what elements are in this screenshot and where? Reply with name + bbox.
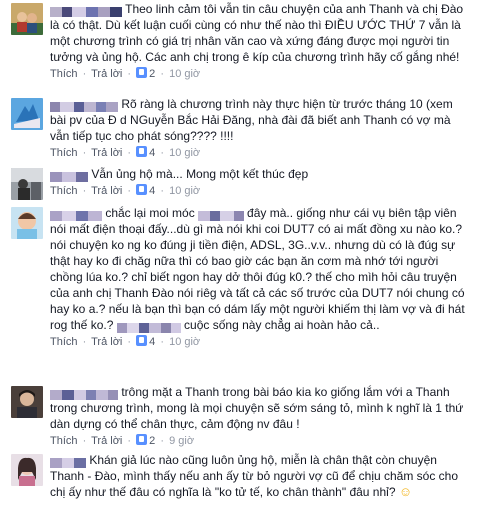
avatar[interactable] [11,386,43,418]
separator: · [127,185,132,197]
comment-content: Rõ ràng là chương trình này thực hiện từ… [50,96,471,161]
comment-actions: Thích · Trả lời · 4 · 10 giờ [50,145,471,161]
timestamp[interactable]: 10 giờ [169,147,200,159]
avatar[interactable] [11,168,43,200]
timestamp[interactable]: 10 giờ [169,68,200,80]
avatar[interactable] [11,207,43,239]
like-icon [136,184,148,195]
comment-content: Khán giả lúc nào cũng luôn ủng hộ, miễn … [50,452,471,500]
comment-actions: Thích · Trả lời · 2 · 10 giờ [50,66,471,82]
comment-actions: Thích · Trả lời · 2 · 9 giờ [50,433,471,449]
separator: · [127,336,132,348]
separator: · [82,336,87,348]
comment-body: Khán giả lúc nào cũng luôn ủng hộ, miễn … [50,453,459,499]
separator: · [82,435,87,447]
separator: · [127,147,132,159]
avatar[interactable] [11,3,43,35]
comment-content: trông mặt a Thanh trong bài báo kia ko g… [50,384,471,449]
avatar[interactable] [11,454,43,486]
mentioned-name-redacted[interactable] [116,321,181,333]
reply-button[interactable]: Trả lời [91,185,122,197]
like-button[interactable]: Thích [50,336,78,348]
like-count[interactable]: 4 [149,147,155,159]
like-button[interactable]: Thích [50,185,78,197]
comment-content: chắc lại moi móc đây mà.. giống như cái … [50,205,471,350]
separator: · [82,185,87,197]
separator: · [127,435,132,447]
comment-text: Khán giả lúc nào cũng luôn ủng hộ, miễn … [50,452,471,500]
reply-button[interactable]: Trả lời [91,336,122,348]
comment-text: Theo linh cảm tôi vẫn tin câu chuyện của… [50,1,471,65]
comment-content: Theo linh cảm tôi vẫn tin câu chuyện của… [50,1,471,82]
like-icon [136,67,148,78]
separator: · [160,68,165,80]
separator: · [160,336,165,348]
reply-button[interactable]: Trả lời [91,147,122,159]
comment-content: Vẫn ủng hộ mà... Mong một kết thúc đẹp T… [50,166,471,199]
comment-text: chắc lại moi móc đây mà.. giống như cái … [50,205,471,333]
like-button[interactable]: Thích [50,435,78,447]
comment-text: Rõ ràng là chương trình này thực hiện từ… [50,96,471,144]
reply-button[interactable]: Trả lời [91,68,122,80]
separator: · [160,147,165,159]
mentioned-name-redacted[interactable] [197,209,244,221]
smile-emoji-icon: ☺ [398,484,413,499]
reply-button[interactable]: Trả lời [91,435,122,447]
author-name-redacted[interactable] [50,456,86,468]
like-count[interactable]: 2 [149,68,155,80]
separator: · [127,68,132,80]
avatar[interactable] [11,98,43,130]
comment-actions: Thích · Trả lời · 4 · 10 giờ [50,183,471,199]
author-name-redacted[interactable] [50,209,102,221]
like-count[interactable]: 2 [149,435,155,447]
like-button[interactable]: Thích [50,68,78,80]
separator: · [160,185,165,197]
like-count[interactable]: 4 [149,185,155,197]
author-name-redacted[interactable] [50,388,118,400]
like-button[interactable]: Thích [50,147,78,159]
author-name-redacted[interactable] [50,170,88,182]
comment-text: Vẫn ủng hộ mà... Mong một kết thúc đẹp [50,166,471,182]
author-name-redacted[interactable] [50,5,122,17]
comment-actions: Thích · Trả lời · 4 · 10 giờ [50,334,471,350]
timestamp[interactable]: 10 giờ [169,336,200,348]
like-icon [136,434,148,445]
separator: · [82,68,87,80]
like-icon [136,335,148,346]
comment-body-part1: chắc lại moi móc [102,206,195,220]
author-name-redacted[interactable] [50,100,118,112]
comment-body: Vẫn ủng hộ mà... Mong một kết thúc đẹp [88,167,309,181]
comment-body-part3: cuộc sống này chẳg ai hoàn hảo cả.. [180,318,380,332]
comment-body-part2: đây mà.. giống như cái vụ biên tập viên … [50,206,465,332]
like-icon [136,146,148,157]
comment-text: trông mặt a Thanh trong bài báo kia ko g… [50,384,471,432]
timestamp[interactable]: 9 giờ [169,435,194,447]
separator: · [160,435,165,447]
timestamp[interactable]: 10 giờ [169,185,200,197]
like-count[interactable]: 4 [149,336,155,348]
separator: · [82,147,87,159]
